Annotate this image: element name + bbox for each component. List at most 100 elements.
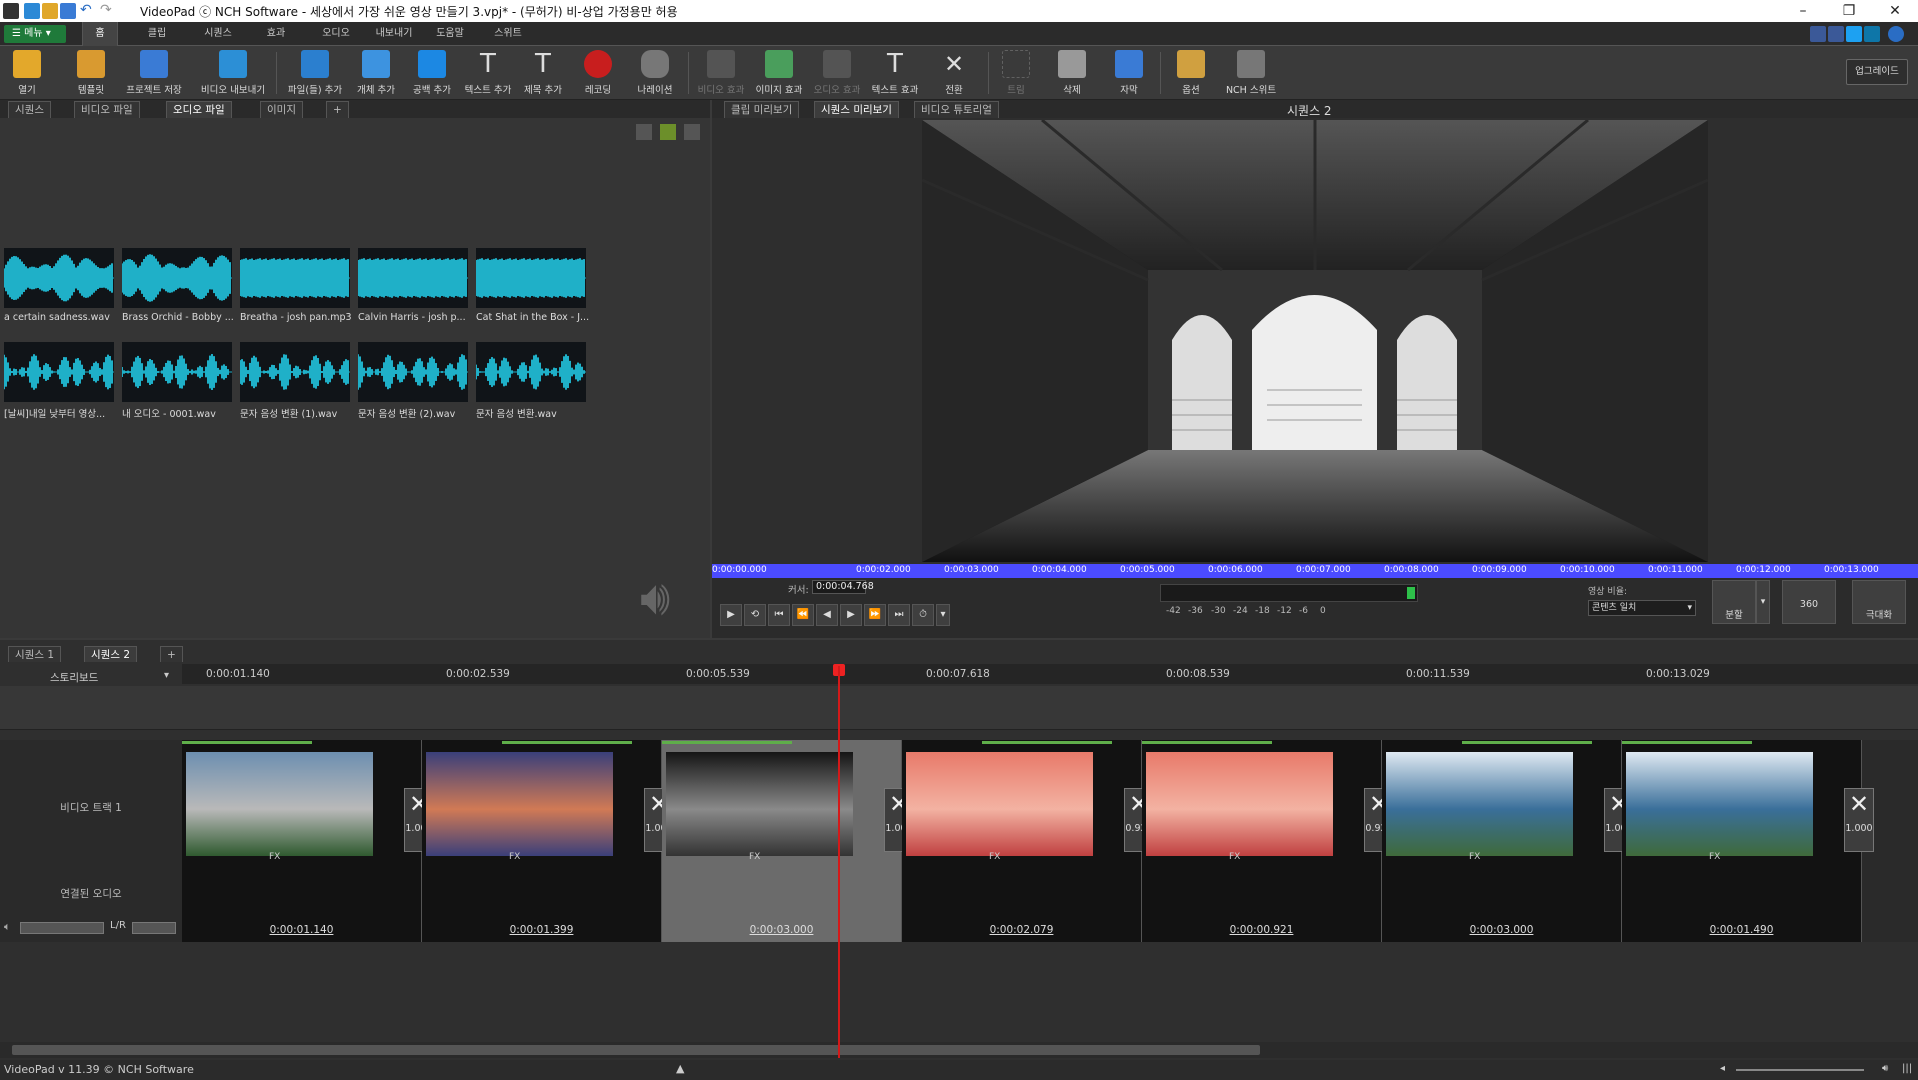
audio-file-item[interactable]: a certain sadness.wav — [4, 248, 114, 323]
audio-file-item[interactable]: Cat Shat in the Box - J... — [476, 248, 589, 323]
like-icon[interactable] — [1810, 26, 1826, 42]
master-volume-icon[interactable]: 🔊︎ — [1882, 1063, 1888, 1074]
minimize-button[interactable]: – — [1780, 0, 1826, 22]
open-project-icon[interactable] — [42, 3, 58, 19]
split-button[interactable]: 분할 — [1712, 580, 1756, 624]
open-button[interactable]: 열기 — [6, 50, 48, 98]
bin-tab-sequences[interactable]: 시퀀스 — [8, 101, 51, 118]
list-view-icon[interactable] — [684, 124, 700, 140]
tab-clip-preview[interactable]: 클립 미리보기 — [724, 101, 800, 118]
add-title-button[interactable]: T 제목 추가 — [518, 50, 568, 98]
tab-video-tutorial[interactable]: 비디오 튜토리얼 — [914, 101, 999, 118]
restore-button[interactable]: ❐ — [1826, 0, 1872, 22]
next-frame-button[interactable]: ▶ — [840, 604, 862, 626]
volume-slider[interactable] — [20, 922, 104, 934]
record-button[interactable]: 레코딩 — [576, 50, 620, 98]
split-dropdown-button[interactable]: ▾ — [1756, 580, 1770, 624]
redo-icon[interactable]: ↷ — [100, 3, 116, 19]
timeline-clip[interactable]: FX 0:00:01.399 — [422, 740, 662, 942]
facebook-icon[interactable] — [1828, 26, 1844, 42]
timeline-clip[interactable]: FX 0:00:01.490 — [1622, 740, 1862, 942]
loop-button[interactable]: ⟲ — [744, 604, 766, 626]
cursor-time-field[interactable]: 0:00:04.768 — [812, 580, 874, 594]
horizontal-scrollbar[interactable] — [0, 1042, 1918, 1058]
tab-sequence-preview[interactable]: 시퀀스 미리보기 — [814, 101, 899, 118]
tab-sequence-1[interactable]: 시퀀스 1 — [8, 646, 61, 662]
balance-slider[interactable] — [132, 922, 176, 934]
playhead-line[interactable] — [838, 666, 840, 1058]
tab-sequence[interactable]: 시퀀스 — [200, 22, 236, 46]
add-bin-tab-button[interactable]: + — [326, 101, 349, 118]
audio-file-item[interactable]: 문자 음성 변환.wav — [476, 342, 586, 420]
export-video-button[interactable]: 비디오 내보내기 — [198, 50, 268, 98]
tab-sequence-2[interactable]: 시퀀스 2 — [84, 646, 137, 662]
main-menu-button[interactable]: ☰ 메뉴 ▾ — [4, 25, 66, 43]
bin-tab-audio-files[interactable]: 오디오 파일 — [166, 101, 232, 118]
go-to-end-button[interactable]: ⏭ — [888, 604, 910, 626]
close-button[interactable]: ✕ — [1872, 0, 1918, 22]
add-object-button[interactable]: 개체 추가 — [352, 50, 400, 98]
bin-tab-images[interactable]: 이미지 — [260, 101, 303, 118]
tab-audio[interactable]: 오디오 — [318, 22, 354, 46]
audio-effects-button[interactable]: 오디오 효과 — [810, 50, 864, 98]
zoom-slider[interactable] — [1736, 1069, 1864, 1071]
speed-button[interactable]: ⏱ — [912, 604, 934, 626]
bin-tab-video-files[interactable]: 비디오 파일 — [74, 101, 140, 118]
add-sequence-tab-button[interactable]: + — [160, 646, 183, 662]
next-clip-button[interactable]: ⏩ — [864, 604, 886, 626]
tab-suite[interactable]: 스위트 — [490, 22, 526, 46]
audio-file-item[interactable]: Calvin Harris - josh p... — [358, 248, 468, 323]
layout-icon[interactable]: ||| — [1902, 1063, 1912, 1074]
transition-marker[interactable]: ✕ 1.000 — [1844, 788, 1874, 852]
preview-time-ruler[interactable]: 0:00:00.000 0:00:02.000 0:00:03.000 0:00:04… — [712, 564, 1918, 578]
tab-effects[interactable]: 효과 — [262, 22, 290, 46]
clip-duration[interactable]: 0:00:02.079 — [902, 924, 1141, 936]
subtitle-button[interactable]: 자막 — [1108, 50, 1150, 98]
delete-bin-icon[interactable] — [636, 124, 652, 140]
timeline-clip[interactable]: FX 0:00:01.140 — [182, 740, 422, 942]
add-files-button[interactable]: 파일(들) 추가 — [282, 50, 348, 98]
clip-duration[interactable]: 0:00:03.000 — [1382, 924, 1621, 936]
undo-icon[interactable]: ↶ — [80, 3, 96, 19]
timeline-clip[interactable]: FX 0:00:03.000 — [1382, 740, 1622, 942]
audio-file-item[interactable]: [날씨]내일 낮부터 영상... — [4, 342, 114, 420]
save-project-icon[interactable] — [60, 3, 76, 19]
timeline-clip[interactable]: FX 0:00:03.000 — [662, 740, 902, 942]
delete-button[interactable]: 삭제 — [1052, 50, 1092, 98]
scrollbar-thumb[interactable] — [12, 1045, 1260, 1055]
audio-file-item[interactable]: 내 오디오 - 0001.wav — [122, 342, 232, 420]
tab-export[interactable]: 내보내기 — [372, 22, 416, 46]
previous-frame-button[interactable]: ◀ — [816, 604, 838, 626]
transition-button[interactable]: ✕ 전환 — [932, 50, 976, 98]
360-button[interactable]: 360 — [1782, 580, 1836, 624]
audio-file-item[interactable]: 문자 음성 변환 (1).wav — [240, 342, 350, 420]
upgrade-button[interactable]: 업그레이드 — [1846, 59, 1908, 85]
clip-duration[interactable]: 0:00:00.921 — [1142, 924, 1381, 936]
add-to-bin-icon[interactable] — [660, 124, 676, 140]
tab-help[interactable]: 도움말 — [432, 22, 468, 46]
nch-suite-button[interactable]: NCH 스위트 — [1222, 50, 1280, 98]
storyboard-toggle[interactable]: 스토리보드 — [50, 670, 98, 685]
aspect-ratio-select[interactable]: 콘텐츠 일치 ▾ — [1588, 600, 1696, 616]
audio-file-item[interactable]: Breatha - josh pan.mp3 — [240, 248, 352, 323]
go-to-start-button[interactable]: ⏮ — [768, 604, 790, 626]
zoom-out-icon[interactable]: ◂ — [1720, 1063, 1725, 1074]
trim-button[interactable]: 트림 — [996, 50, 1036, 98]
tab-home[interactable]: 홈 — [82, 22, 118, 46]
options-button[interactable]: 옵션 — [1170, 50, 1212, 98]
new-project-icon[interactable] — [24, 3, 40, 19]
help-icon[interactable] — [1888, 26, 1904, 42]
linkedin-icon[interactable] — [1864, 26, 1880, 42]
clip-duration[interactable]: 0:00:01.490 — [1622, 924, 1861, 936]
speed-dropdown-button[interactable]: ▾ — [936, 604, 950, 626]
text-effects-button[interactable]: T 텍스트 효과 — [868, 50, 922, 98]
add-blank-button[interactable]: 공백 추가 — [408, 50, 456, 98]
timeline-clip[interactable]: FX 0:00:02.079 — [902, 740, 1142, 942]
storyboard-dropdown-icon[interactable]: ▾ — [164, 670, 169, 681]
twitter-icon[interactable] — [1846, 26, 1862, 42]
previous-clip-button[interactable]: ⏪ — [792, 604, 814, 626]
timeline-ruler[interactable]: 0:00:01.140 0:00:02.539 0:00:05.539 0:00:07… — [182, 664, 1918, 684]
expand-panel-icon[interactable]: ▲ — [676, 1062, 684, 1075]
clip-duration[interactable]: 0:00:01.140 — [182, 924, 421, 936]
audio-file-item[interactable]: Brass Orchid - Bobby ... — [122, 248, 234, 323]
